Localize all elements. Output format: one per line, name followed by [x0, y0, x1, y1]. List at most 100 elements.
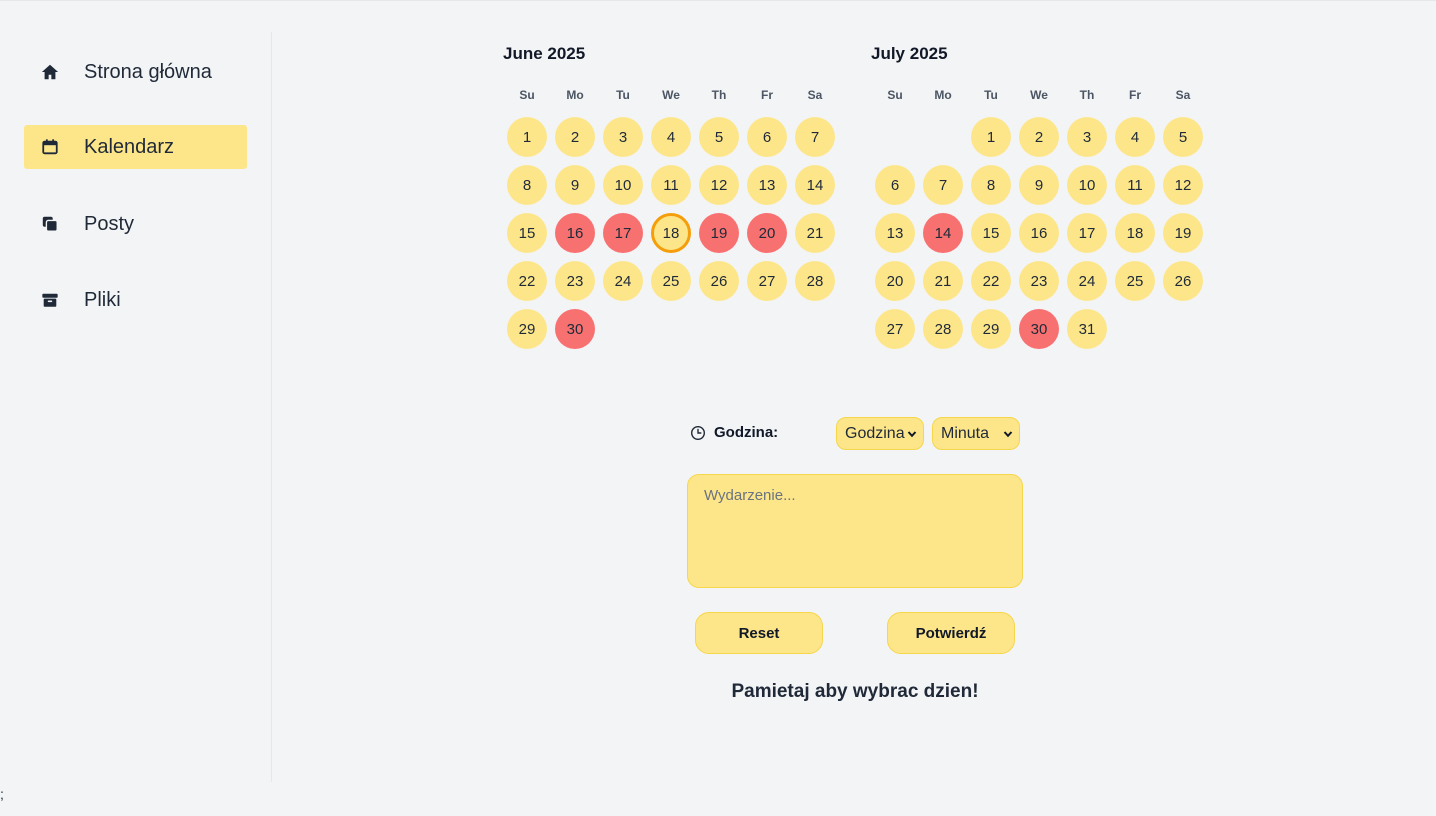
calendar-day[interactable]: 21 — [795, 213, 835, 253]
calendar-day[interactable]: 11 — [651, 165, 691, 205]
calendar-day[interactable]: 9 — [555, 165, 595, 205]
calendar-day[interactable]: 19 — [699, 213, 739, 253]
sidebar-item-label: Kalendarz — [84, 135, 175, 158]
calendar-day[interactable]: 14 — [795, 165, 835, 205]
calendar-day[interactable]: 30 — [555, 309, 595, 349]
reset-button[interactable]: Reset — [695, 612, 823, 654]
calendar-day[interactable]: 5 — [699, 117, 739, 157]
calendar-day[interactable]: 12 — [1163, 165, 1203, 205]
calendar-day[interactable]: 5 — [1163, 117, 1203, 157]
minute-select[interactable]: Minuta — [932, 417, 1020, 450]
calendar-day[interactable]: 8 — [971, 165, 1011, 205]
weekday-label: Tu — [984, 88, 998, 102]
calendar-icon — [40, 137, 60, 157]
calendar-day[interactable]: 1 — [971, 117, 1011, 157]
hour-select-value: Godzina — [845, 424, 905, 442]
calendar-day[interactable]: 27 — [747, 261, 787, 301]
event-textarea[interactable]: Wydarzenie... — [687, 474, 1023, 588]
calendar-day[interactable]: 7 — [923, 165, 963, 205]
calendar-day[interactable]: 26 — [1163, 261, 1203, 301]
hour-select[interactable]: Godzina — [836, 417, 924, 450]
calendar-month-june: June 2025 Su Mo Tu We Th Fr Sa 1 2 3 4 5 6 7 8 9 10 11 12… — [503, 44, 843, 349]
sidebar: Strona główna Kalendarz Posty Pliki — [0, 32, 272, 782]
calendar-day[interactable]: 6 — [875, 165, 915, 205]
calendar-day[interactable]: 14 — [923, 213, 963, 253]
calendar-day[interactable]: 25 — [651, 261, 691, 301]
sidebar-item-label: Pliki — [84, 288, 121, 311]
calendar-day[interactable]: 9 — [1019, 165, 1059, 205]
calendar-day[interactable]: 18 — [1115, 213, 1155, 253]
calendar-day[interactable]: 13 — [875, 213, 915, 253]
chevron-down-icon — [1003, 431, 1013, 438]
calendar-day[interactable]: 3 — [1067, 117, 1107, 157]
calendar-day[interactable]: 2 — [1019, 117, 1059, 157]
calendar-day[interactable]: 15 — [507, 213, 547, 253]
calendar-day[interactable]: 18 — [651, 213, 691, 253]
calendar-day[interactable]: 23 — [1019, 261, 1059, 301]
calendar-day[interactable]: 13 — [747, 165, 787, 205]
calendar-day[interactable]: 15 — [971, 213, 1011, 253]
time-label: Godzina: — [714, 424, 779, 441]
weekday-label: We — [1030, 88, 1048, 102]
day-grid: 1 2 3 4 5 6 7 8 9 10 11 12 13 14 15 16 17 18 19 20 21 22 23 24 2… — [871, 117, 1211, 357]
calendar-day[interactable]: 12 — [699, 165, 739, 205]
calendar-day[interactable]: 27 — [875, 309, 915, 349]
month-title: July 2025 — [871, 44, 948, 63]
calendar-day[interactable]: 4 — [1115, 117, 1155, 157]
weekday-header: Su Mo Tu We Th Fr Sa — [871, 88, 1211, 104]
calendar-day[interactable]: 2 — [555, 117, 595, 157]
calendar-day[interactable]: 3 — [603, 117, 643, 157]
calendar-day[interactable]: 10 — [1067, 165, 1107, 205]
calendar-day[interactable]: 10 — [603, 165, 643, 205]
calendar-day[interactable]: 28 — [923, 309, 963, 349]
stray-text: ; — [0, 786, 4, 802]
confirm-button[interactable]: Potwierdź — [887, 612, 1015, 654]
calendar-day[interactable]: 26 — [699, 261, 739, 301]
calendar-day[interactable]: 29 — [971, 309, 1011, 349]
calendar-day[interactable]: 16 — [1019, 213, 1059, 253]
copy-icon — [40, 214, 60, 234]
calendar-day[interactable]: 23 — [555, 261, 595, 301]
calendar-day[interactable]: 22 — [971, 261, 1011, 301]
minute-select-value: Minuta — [941, 424, 990, 442]
calendar-day[interactable]: 30 — [1019, 309, 1059, 349]
sidebar-item-calendar[interactable]: Kalendarz — [24, 125, 247, 169]
calendar-day[interactable]: 31 — [1067, 309, 1107, 349]
sidebar-item-home[interactable]: Strona główna — [24, 50, 247, 94]
calendar-day[interactable]: 4 — [651, 117, 691, 157]
calendar-day[interactable]: 1 — [507, 117, 547, 157]
calendar-day[interactable]: 20 — [875, 261, 915, 301]
weekday-label: Th — [1079, 88, 1095, 102]
calendar-day[interactable]: 19 — [1163, 213, 1203, 253]
top-divider — [0, 0, 1436, 1]
weekday-label: Th — [711, 88, 727, 102]
weekday-label: Fr — [761, 88, 773, 102]
weekday-label: Su — [887, 88, 903, 102]
month-title: June 2025 — [503, 44, 586, 63]
reminder-message: Pamietaj aby wybrac dzien! — [731, 681, 979, 702]
calendar-day[interactable]: 6 — [747, 117, 787, 157]
calendar-day[interactable]: 16 — [555, 213, 595, 253]
calendar-day[interactable]: 17 — [1067, 213, 1107, 253]
weekday-label: Su — [519, 88, 535, 102]
calendar-day[interactable]: 24 — [1067, 261, 1107, 301]
weekday-label: Mo — [934, 88, 952, 102]
chevron-down-icon — [907, 431, 917, 438]
calendar-day[interactable]: 28 — [795, 261, 835, 301]
weekday-label: Fr — [1129, 88, 1141, 102]
sidebar-item-files[interactable]: Pliki — [24, 278, 247, 322]
day-grid: 1 2 3 4 5 6 7 8 9 10 11 12 13 14 15 16 17 18 19 20 21 22 23 24 2… — [503, 117, 843, 357]
calendar-day[interactable]: 17 — [603, 213, 643, 253]
calendar-day[interactable]: 25 — [1115, 261, 1155, 301]
calendar-day[interactable]: 20 — [747, 213, 787, 253]
calendar-day[interactable]: 29 — [507, 309, 547, 349]
sidebar-item-posts[interactable]: Posty — [24, 202, 247, 246]
weekday-label: Tu — [616, 88, 630, 102]
calendar-day[interactable]: 11 — [1115, 165, 1155, 205]
calendar-day[interactable]: 7 — [795, 117, 835, 157]
calendar-day[interactable]: 22 — [507, 261, 547, 301]
calendar-day[interactable]: 8 — [507, 165, 547, 205]
calendar-day[interactable]: 24 — [603, 261, 643, 301]
calendar-day[interactable]: 21 — [923, 261, 963, 301]
weekday-label: Sa — [1175, 88, 1191, 102]
